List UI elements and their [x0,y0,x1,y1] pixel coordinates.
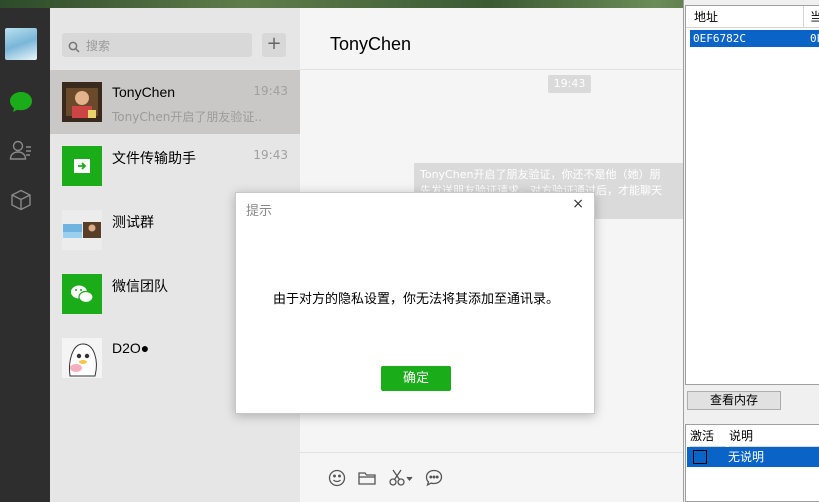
chat-item-tonychen[interactable]: TonyChen 19:43 TonyChen开启了朋友验证... [50,70,300,134]
search-input[interactable]: 搜索 [62,33,252,57]
search-icon [68,38,80,57]
my-avatar[interactable] [5,28,37,60]
column-header-active[interactable]: 激活 [690,425,726,447]
avatar [62,338,102,378]
chat-name: TonyChen [112,84,176,100]
chat-icon[interactable] [9,90,33,114]
breakpoint-table: 激活 说明 无说明 [685,424,819,502]
group-avatar [62,210,102,250]
chat-name: 微信团队 [112,278,168,294]
column-header-address[interactable]: 地址 [686,6,804,28]
ok-button[interactable]: 确定 [381,366,451,391]
contacts-icon[interactable] [9,138,33,162]
memory-viewer-window: 地址 当 0EF6782C 0E 查看内存 激活 说明 无说明 [683,0,819,502]
chat-time: 19:43 [253,84,288,98]
address-row[interactable]: 0EF6782C 0E [690,30,819,47]
breakpoint-row[interactable]: 无说明 [687,447,819,467]
close-icon[interactable]: × [572,196,584,212]
dialog-message: 由于对方的隐私设置，你无法将其添加至通讯录。 [272,292,559,307]
conversation-title: TonyChen [330,34,412,54]
chat-item-file-transfer[interactable]: 文件传输助手 19:43 [50,134,300,198]
input-divider [300,452,683,453]
column-header-description[interactable]: 说明 [729,425,819,447]
folder-icon[interactable] [357,468,377,488]
chat-time: 19:43 [253,148,288,162]
screenshot-scissors-icon[interactable] [388,468,414,488]
chat-history-icon[interactable] [424,468,444,488]
view-memory-button[interactable]: 查看内存 [687,391,781,410]
add-chat-button[interactable]: + [262,33,286,57]
system-message-line: TonyChen开启了朋友验证，你还不是他（她）朋 [420,168,661,181]
current-value: 0E [810,32,819,45]
emoji-icon[interactable] [327,468,347,488]
chat-preview: TonyChen开启了朋友验证... [112,110,262,124]
avatar [62,82,102,122]
column-header-current[interactable]: 当 [804,6,819,28]
active-checkbox[interactable] [693,450,707,464]
conversation-header: TonyChen [300,8,683,70]
privacy-alert-dialog: 提示 × 由于对方的隐私设置，你无法将其添加至通讯录。 确定 [235,192,595,414]
chat-name: 测试群 [112,214,154,230]
chat-name: D2O● [112,340,150,356]
wechat-logo-icon [62,274,102,314]
favorites-cube-icon[interactable] [9,188,33,212]
address-table: 地址 当 0EF6782C 0E [685,5,819,385]
address-value: 0EF6782C [693,32,746,45]
message-time-label: 19:43 [548,75,591,93]
file-transfer-icon [62,146,102,186]
chat-name: 文件传输助手 [112,150,196,166]
wechat-nav-bar [0,8,50,502]
dialog-title: 提示 [246,204,273,219]
search-placeholder: 搜索 [86,39,111,53]
row-description: 无说明 [728,450,765,464]
